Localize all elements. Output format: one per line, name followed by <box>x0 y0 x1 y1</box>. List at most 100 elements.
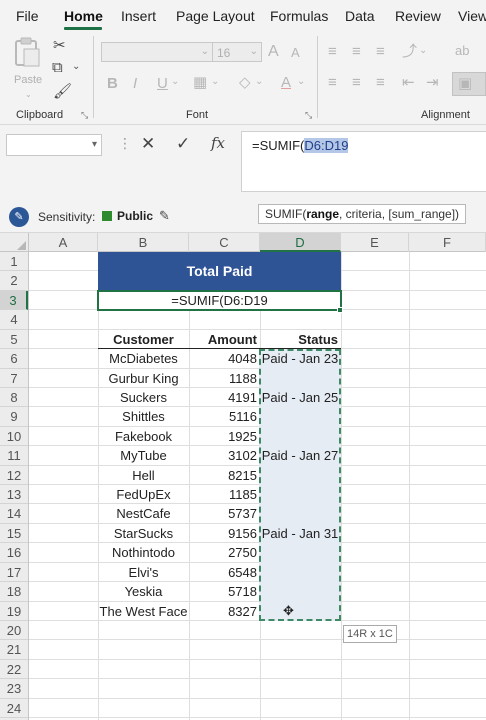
font-name-dropdown[interactable]: ⌄ <box>101 42 213 62</box>
tab-page-layout[interactable]: Page Layout <box>176 8 255 24</box>
chevron-down-icon[interactable]: ⌄ <box>419 46 427 56</box>
tab-data[interactable]: Data <box>345 8 375 24</box>
align-middle-icon[interactable]: ≡ <box>352 44 361 59</box>
grow-font-button[interactable]: A <box>268 44 279 60</box>
header-status[interactable]: Status <box>260 331 338 349</box>
tab-view[interactable]: View <box>458 8 486 24</box>
row-header-17[interactable]: 17 <box>0 563 28 583</box>
orientation-icon[interactable]: ⤴ <box>402 44 417 59</box>
row-header-1[interactable]: 1 <box>0 252 28 272</box>
cell-amount[interactable]: 6548 <box>189 563 257 582</box>
sensitivity-value[interactable]: Public <box>117 209 153 223</box>
cell-amount[interactable]: 8215 <box>189 466 257 485</box>
cell-status[interactable] <box>260 602 340 621</box>
row-header-18[interactable]: 18 <box>0 582 28 602</box>
borders-icon[interactable]: ▦ <box>193 75 207 90</box>
italic-button[interactable]: I <box>133 76 137 91</box>
row-header-2[interactable]: 2 <box>0 271 28 291</box>
name-box[interactable]: ▾ <box>6 134 102 156</box>
align-center-icon[interactable]: ≡ <box>352 75 361 90</box>
cell-amount[interactable]: 5718 <box>189 582 257 601</box>
cell-status[interactable]: Paid - Jan 31 <box>260 524 340 543</box>
cell-customer[interactable]: FedUpEx <box>98 485 189 504</box>
wrap-text-icon[interactable]: ab <box>455 44 469 57</box>
tab-insert[interactable]: Insert <box>121 8 156 24</box>
cell-status[interactable] <box>260 543 340 562</box>
cell-status[interactable] <box>260 427 340 446</box>
cell-status[interactable] <box>260 407 340 426</box>
row-header-8[interactable]: 8 <box>0 388 28 408</box>
cell-status[interactable]: Paid - Jan 27 <box>260 446 340 465</box>
cell-status[interactable] <box>260 582 340 601</box>
chevron-down-icon[interactable]: ⌄ <box>171 77 179 87</box>
tab-review[interactable]: Review <box>395 8 441 24</box>
align-bottom-icon[interactable]: ≡ <box>376 44 385 59</box>
align-right-icon[interactable]: ≡ <box>376 75 385 90</box>
cell-amount[interactable]: 5116 <box>189 407 257 426</box>
cell-status[interactable]: Paid - Jan 23 <box>260 349 340 368</box>
font-color-icon[interactable]: A <box>281 75 291 90</box>
cell-customer[interactable]: StarSucks <box>98 524 189 543</box>
row-header-6[interactable]: 6 <box>0 349 28 369</box>
cell-customer[interactable]: Fakebook <box>98 427 189 446</box>
cell-amount[interactable]: 4191 <box>189 388 257 407</box>
chevron-down-icon[interactable]: ⌄ <box>297 77 305 87</box>
column-header-a[interactable]: A <box>29 233 98 252</box>
row-header-21[interactable]: 21 <box>0 640 28 660</box>
align-top-icon[interactable]: ≡ <box>328 44 337 59</box>
cell-customer[interactable]: Hell <box>98 466 189 485</box>
cell-amount[interactable]: 8327 <box>189 602 257 621</box>
cell-status[interactable] <box>260 369 340 388</box>
cell-amount[interactable]: 9156 <box>189 524 257 543</box>
row-header-9[interactable]: 9 <box>0 407 28 427</box>
format-painter-icon[interactable]: 🖌 <box>53 84 72 99</box>
column-header-b[interactable]: B <box>98 233 189 252</box>
insert-function-button[interactable]: fx <box>211 134 225 152</box>
formula-input[interactable]: =SUMIF(D6:D19 <box>241 131 486 192</box>
cell-amount[interactable]: 1925 <box>189 427 257 446</box>
row-header-13[interactable]: 13 <box>0 485 28 505</box>
row-header-20[interactable]: 20 <box>0 621 28 641</box>
dialog-launcher-icon[interactable]: ⤡ <box>305 110 312 121</box>
cell-status[interactable] <box>260 504 340 523</box>
bold-button[interactable]: B <box>107 76 118 91</box>
cell-customer[interactable]: Gurbur King <box>98 369 189 388</box>
row-header-22[interactable]: 22 <box>0 660 28 680</box>
active-cell-b3[interactable]: =SUMIF(D6:D19 <box>97 290 342 311</box>
row-header-10[interactable]: 10 <box>0 427 28 447</box>
fill-color-icon[interactable]: ◇ <box>239 75 251 90</box>
merge-center-button[interactable]: ▣ <box>452 72 486 96</box>
cell-customer[interactable]: McDiabetes <box>98 349 189 368</box>
row-header-23[interactable]: 23 <box>0 679 28 699</box>
chevron-down-icon[interactable]: ⌄ <box>72 62 80 72</box>
chevron-down-icon[interactable]: ⌄ <box>255 77 263 87</box>
cell-customer[interactable]: Yeskia <box>98 582 189 601</box>
column-header-e[interactable]: E <box>341 233 409 252</box>
align-left-icon[interactable]: ≡ <box>328 75 337 90</box>
cell-customer[interactable]: Suckers <box>98 388 189 407</box>
column-header-d[interactable]: D <box>260 233 341 252</box>
row-header-12[interactable]: 12 <box>0 466 28 486</box>
row-header-7[interactable]: 7 <box>0 369 28 388</box>
row-header-16[interactable]: 16 <box>0 543 28 563</box>
paste-button[interactable]: Paste ⌄ <box>12 36 46 99</box>
tab-file[interactable]: File <box>16 8 39 24</box>
shrink-font-button[interactable]: A <box>291 46 300 59</box>
cell-amount[interactable]: 2750 <box>189 543 257 562</box>
cell-customer[interactable]: The West Face <box>98 602 189 621</box>
scissors-icon[interactable]: ✂ <box>53 38 66 53</box>
underline-button[interactable]: U <box>157 76 168 91</box>
cell-customer[interactable]: Shittles <box>98 407 189 426</box>
select-all-button[interactable] <box>0 233 29 252</box>
row-header-14[interactable]: 14 <box>0 504 28 524</box>
tab-formulas[interactable]: Formulas <box>270 8 328 24</box>
pencil-icon[interactable]: ✎ <box>159 208 170 224</box>
cell-status[interactable] <box>260 485 340 504</box>
row-header-24[interactable]: 24 <box>0 699 28 719</box>
cell-amount[interactable]: 3102 <box>189 446 257 465</box>
cell-amount[interactable]: 1185 <box>189 485 257 504</box>
cell-customer[interactable]: Elvi's <box>98 563 189 582</box>
cell-status[interactable] <box>260 466 340 485</box>
cell-grid[interactable]: Total Paid =SUMIF(D6:D19 Customer Amount… <box>29 252 486 720</box>
enter-button[interactable]: ✓ <box>176 134 190 154</box>
